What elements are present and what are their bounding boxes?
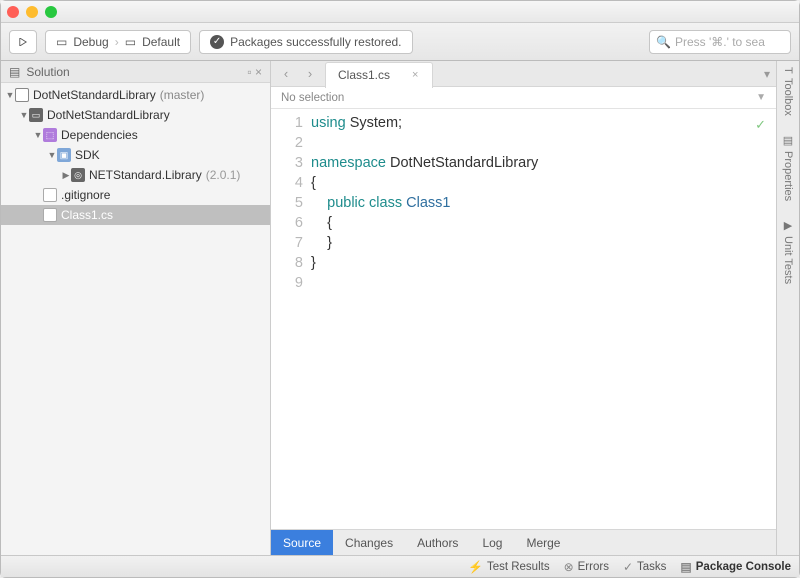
node-label: Dependencies [61, 128, 138, 142]
node-suffix: (master) [160, 88, 205, 102]
solution-pad: ▤ Solution ▫ × ▼ DotNetStandardLibrary (… [1, 61, 271, 555]
errors-icon: ⊗ [564, 560, 574, 574]
close-tab-icon[interactable]: × [412, 69, 418, 81]
node-label: .gitignore [61, 188, 110, 202]
check-circle-icon: ✓ [210, 35, 224, 49]
solution-node[interactable]: ▼ DotNetStandardLibrary (master) [1, 85, 270, 105]
bottom-tab-authors[interactable]: Authors [405, 530, 470, 555]
document-icon: ▤ [9, 65, 20, 79]
file-tab[interactable]: Class1.cs × [325, 62, 433, 88]
device-icon: ▭ [56, 35, 67, 49]
project-node[interactable]: ▼ ▭ DotNetStandardLibrary [1, 105, 270, 125]
file-node-class1[interactable]: Class1.cs [1, 205, 270, 225]
breadcrumb-bar[interactable]: No selection ▼ [271, 87, 776, 109]
zoom-window-button[interactable] [45, 6, 57, 18]
nav-forward-icon[interactable]: › [301, 66, 319, 81]
solution-icon [15, 88, 29, 102]
expand-arrow-icon[interactable]: ▼ [19, 110, 29, 120]
device-icon: ▭ [125, 35, 136, 49]
bottom-tab-changes[interactable]: Changes [333, 530, 405, 555]
statusbar-errors[interactable]: ⊗Errors [564, 560, 609, 574]
bottom-tab-log[interactable]: Log [470, 530, 514, 555]
right-tool-rail: TToolbox ▤Properties ▶Unit Tests [777, 61, 799, 555]
statusbar-test-results[interactable]: ⚡Test Results [468, 560, 550, 574]
file-node-gitignore[interactable]: .gitignore [1, 185, 270, 205]
line-number-gutter: 123456789 [271, 109, 311, 529]
configuration-selector[interactable]: ▭ Debug › ▭ Default [45, 30, 191, 54]
code-editor[interactable]: 123456789 using System; namespace DotNet… [271, 109, 776, 529]
main-area: ▤ Solution ▫ × ▼ DotNetStandardLibrary (… [1, 61, 799, 555]
main-toolbar: ▭ Debug › ▭ Default ✓ Packages successfu… [1, 23, 799, 61]
solution-pad-header[interactable]: ▤ Solution ▫ × [1, 61, 270, 83]
global-search[interactable]: 🔍 Press '⌘.' to sea [649, 30, 791, 54]
expand-arrow-icon[interactable]: ▶ [61, 170, 71, 181]
node-label: NETStandard.Library [89, 168, 202, 182]
bottom-tab-source[interactable]: Source [271, 530, 333, 555]
breadcrumb-text: No selection [281, 92, 344, 104]
toolbox-icon: T [782, 67, 794, 74]
editor-bottom-tabs: SourceChangesAuthorsLogMerge [271, 529, 776, 555]
statusbar-package-console[interactable]: ▤Package Console [680, 560, 791, 574]
dependencies-node[interactable]: ▼ ⬚ Dependencies [1, 125, 270, 145]
pad-options-icon[interactable]: ▫ × [247, 65, 262, 79]
tab-label: Class1.cs [338, 68, 390, 82]
unit-tests-icon: ▶ [782, 219, 795, 232]
editor-pane: ‹ › Class1.cs × ▾ No selection ▼ 1234567… [271, 61, 777, 555]
package-node[interactable]: ▶ ◎ NETStandard.Library (2.0.1) [1, 165, 270, 185]
dependencies-icon: ⬚ [43, 128, 57, 142]
rail-properties[interactable]: ▤Properties [782, 134, 795, 201]
folder-icon: ▣ [57, 148, 71, 162]
window-titlebar [1, 1, 799, 23]
search-icon: 🔍 [656, 35, 671, 49]
package-icon: ◎ [71, 168, 85, 182]
nav-back-icon[interactable]: ‹ [277, 66, 295, 81]
status-bar: ⚡Test Results ⊗Errors ✓Tasks ▤Package Conso… [1, 555, 799, 577]
pad-title: Solution [26, 65, 241, 79]
expand-arrow-icon[interactable]: ▼ [47, 150, 57, 160]
node-version: (2.0.1) [206, 168, 241, 182]
node-label: DotNetStandardLibrary [33, 88, 156, 102]
properties-icon: ▤ [782, 134, 795, 147]
close-window-button[interactable] [7, 6, 19, 18]
search-placeholder: Press '⌘.' to sea [675, 35, 765, 49]
tab-overflow-icon[interactable]: ▾ [764, 67, 770, 81]
node-label: Class1.cs [61, 208, 113, 222]
minimize-window-button[interactable] [26, 6, 38, 18]
node-label: DotNetStandardLibrary [47, 108, 170, 122]
expand-arrow-icon[interactable]: ▼ [5, 90, 15, 100]
target-name: Default [142, 35, 180, 49]
bottom-tab-merge[interactable]: Merge [514, 530, 572, 555]
editor-tabbar: ‹ › Class1.cs × ▾ [271, 61, 776, 87]
test-results-icon: ⚡ [468, 560, 483, 574]
project-icon: ▭ [29, 108, 43, 122]
play-icon [19, 35, 27, 49]
rail-unit-tests[interactable]: ▶Unit Tests [782, 219, 795, 284]
config-name: Debug [73, 35, 108, 49]
code-content[interactable]: using System; namespace DotNetStandardLi… [311, 109, 776, 529]
status-text: Packages successfully restored. [230, 35, 401, 49]
status-indicator[interactable]: ✓ Packages successfully restored. [199, 30, 412, 54]
expand-arrow-icon[interactable]: ▼ [33, 130, 43, 140]
file-icon [43, 188, 57, 202]
chevron-right-icon: › [115, 35, 119, 49]
package-console-icon: ▤ [680, 560, 691, 574]
sdk-node[interactable]: ▼ ▣ SDK [1, 145, 270, 165]
rail-toolbox[interactable]: TToolbox [782, 67, 794, 116]
csharp-file-icon [43, 208, 57, 222]
statusbar-tasks[interactable]: ✓Tasks [623, 560, 666, 574]
run-button[interactable] [9, 30, 37, 54]
chevron-down-icon[interactable]: ▼ [756, 92, 766, 103]
validation-check-icon: ✓ [755, 115, 766, 135]
tasks-icon: ✓ [623, 560, 633, 574]
solution-tree: ▼ DotNetStandardLibrary (master) ▼ ▭ Dot… [1, 83, 270, 555]
node-label: SDK [75, 148, 100, 162]
